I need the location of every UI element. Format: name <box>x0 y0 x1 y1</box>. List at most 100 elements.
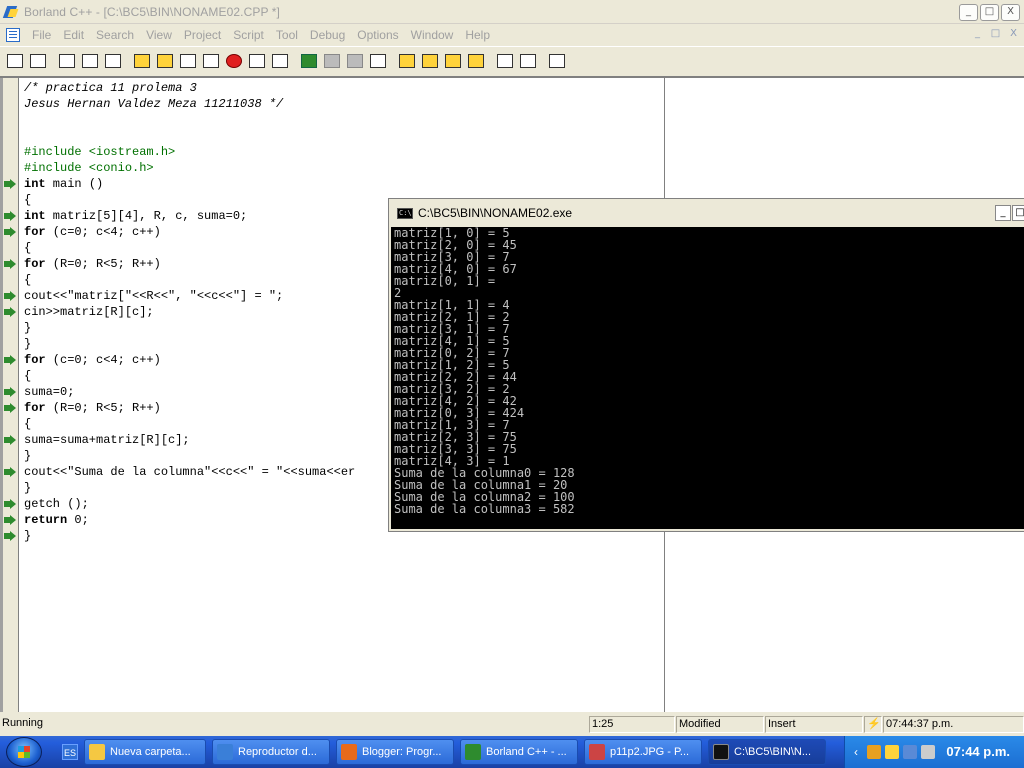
code-line[interactable]: } <box>24 448 355 464</box>
open-file-icon[interactable] <box>27 50 49 72</box>
task-console[interactable]: C:\BC5\BIN\N... <box>708 739 826 765</box>
execution-point-icon[interactable] <box>4 226 18 238</box>
help-icon[interactable] <box>546 50 568 72</box>
maximize-button[interactable]: □ <box>980 4 999 21</box>
code-line[interactable]: } <box>24 320 355 336</box>
code-line[interactable]: int matriz[5][4], R, c, suma=0; <box>24 208 355 224</box>
task-reproductor[interactable]: Reproductor d... <box>212 739 330 765</box>
code-line[interactable] <box>24 128 355 144</box>
execution-point-icon[interactable] <box>4 306 18 318</box>
code-line[interactable]: cin>>matriz[R][c]; <box>24 304 355 320</box>
menu-view[interactable]: View <box>140 28 178 42</box>
language-indicator[interactable]: ES <box>62 744 78 760</box>
reset-icon[interactable] <box>269 50 291 72</box>
code-line[interactable]: Jesus Hernan Valdez Meza 11211038 */ <box>24 96 355 112</box>
run-icon[interactable] <box>177 50 199 72</box>
code-line[interactable]: for (c=0; c<4; c++) <box>24 352 355 368</box>
code-line[interactable]: for (R=0; R<5; R++) <box>24 400 355 416</box>
undo-icon[interactable] <box>298 50 320 72</box>
code-line[interactable]: cout<<"Suma de la columna"<<c<<" = "<<su… <box>24 464 355 480</box>
console-minimize-button[interactable]: _ <box>995 205 1011 221</box>
compile-icon[interactable] <box>154 50 176 72</box>
code-line[interactable]: suma=0; <box>24 384 355 400</box>
start-button[interactable] <box>6 737 42 767</box>
task-nueva-carpeta[interactable]: Nueva carpeta... <box>84 739 206 765</box>
menu-window[interactable]: Window <box>405 28 460 42</box>
execution-point-icon[interactable] <box>4 514 18 526</box>
menu-project[interactable]: Project <box>178 28 227 42</box>
cut-icon[interactable] <box>321 50 343 72</box>
tray-volume-icon[interactable] <box>921 745 935 759</box>
paste-icon[interactable] <box>367 50 389 72</box>
title-bar[interactable]: Borland C++ - [C:\BC5\BIN\NONAME02.CPP *… <box>0 0 1024 24</box>
execution-point-icon[interactable] <box>4 530 18 542</box>
code-line[interactable]: cout<<"matriz["<<R<<", "<<c<<"] = "; <box>24 288 355 304</box>
breakpoint-icon[interactable] <box>246 50 268 72</box>
code-line[interactable]: /* practica 11 prolema 3 <box>24 80 355 96</box>
code-line[interactable]: } <box>24 336 355 352</box>
menu-options[interactable]: Options <box>351 28 404 42</box>
execution-point-icon[interactable] <box>4 498 18 510</box>
code-line[interactable]: for (R=0; R<5; R++) <box>24 256 355 272</box>
code-line[interactable]: { <box>24 368 355 384</box>
console-output[interactable]: matriz[1, 0] = 5 matriz[2, 0] = 45 matriz[… <box>391 227 1024 529</box>
source-code[interactable]: /* practica 11 prolema 3 Jesus Hernan Val… <box>24 80 355 544</box>
execution-point-icon[interactable] <box>4 210 18 222</box>
minimize-button[interactable]: _ <box>959 4 978 21</box>
menu-script[interactable]: Script <box>227 28 270 42</box>
tray-network-icon[interactable] <box>903 745 917 759</box>
find-icon[interactable] <box>396 50 418 72</box>
document-icon[interactable] <box>6 27 20 42</box>
code-line[interactable]: getch (); <box>24 496 355 512</box>
make-icon[interactable] <box>131 50 153 72</box>
task-paint[interactable]: p11p2.JPG - P... <box>584 739 702 765</box>
mdi-minimize-button[interactable]: _ <box>969 27 986 42</box>
browse-icon[interactable] <box>465 50 487 72</box>
code-line[interactable]: for (c=0; c<4; c++) <box>24 224 355 240</box>
tray-update-icon[interactable] <box>885 745 899 759</box>
find-next-icon[interactable] <box>442 50 464 72</box>
execution-point-icon[interactable] <box>4 258 18 270</box>
mdi-close-button[interactable]: X <box>1005 27 1022 42</box>
menu-edit[interactable]: Edit <box>57 28 90 42</box>
code-line[interactable]: int main () <box>24 176 355 192</box>
code-line[interactable]: return 0; <box>24 512 355 528</box>
taskbar-clock[interactable]: 07:44 p.m. <box>946 736 1010 768</box>
menu-tool[interactable]: Tool <box>270 28 304 42</box>
window-icon[interactable] <box>494 50 516 72</box>
menu-file[interactable]: File <box>26 28 57 42</box>
mdi-restore-button[interactable]: □ <box>987 27 1004 42</box>
code-line[interactable] <box>24 112 355 128</box>
menu-search[interactable]: Search <box>90 28 140 42</box>
console-maximize-button[interactable]: □ <box>1012 205 1024 221</box>
borland-app-icon[interactable] <box>2 4 20 20</box>
execution-point-icon[interactable] <box>4 386 18 398</box>
code-line[interactable]: } <box>24 528 355 544</box>
tray-app-icon[interactable] <box>867 745 881 759</box>
new-file-icon[interactable] <box>4 50 26 72</box>
code-line[interactable]: { <box>24 192 355 208</box>
replace-icon[interactable] <box>419 50 441 72</box>
code-line[interactable]: { <box>24 272 355 288</box>
execution-point-icon[interactable] <box>4 354 18 366</box>
execution-point-icon[interactable] <box>4 290 18 302</box>
console-title-bar[interactable]: C:\ C:\BC5\BIN\NONAME02.exe _ □ <box>389 199 1024 227</box>
task-borland[interactable]: Borland C++ - ... <box>460 739 578 765</box>
print-icon[interactable] <box>102 50 124 72</box>
execution-point-icon[interactable] <box>4 466 18 478</box>
save-all-icon[interactable] <box>79 50 101 72</box>
save-file-icon[interactable] <box>56 50 78 72</box>
tile-icon[interactable] <box>517 50 539 72</box>
task-blogger[interactable]: Blogger: Progr... <box>336 739 454 765</box>
code-line[interactable]: } <box>24 480 355 496</box>
step-icon[interactable] <box>200 50 222 72</box>
close-button[interactable]: X <box>1001 4 1020 21</box>
console-window[interactable]: C:\ C:\BC5\BIN\NONAME02.exe _ □ matriz[1… <box>388 198 1024 532</box>
menu-debug[interactable]: Debug <box>304 28 351 42</box>
execution-point-icon[interactable] <box>4 178 18 190</box>
tray-expand-icon[interactable]: ‹ <box>849 745 863 759</box>
console-icon[interactable]: C:\ <box>397 207 413 219</box>
code-line[interactable]: #include <conio.h> <box>24 160 355 176</box>
code-line[interactable]: #include <iostream.h> <box>24 144 355 160</box>
execution-point-icon[interactable] <box>4 402 18 414</box>
